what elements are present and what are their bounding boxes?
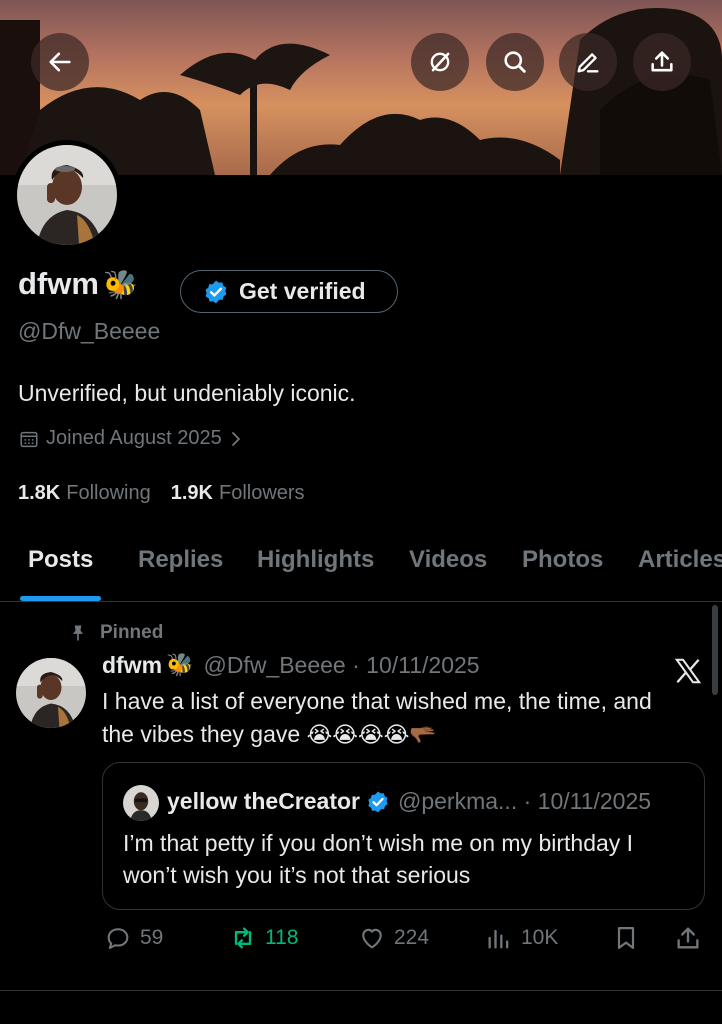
tab-videos[interactable]: Videos [409,546,487,574]
post-text-line2: the vibes they gave [102,721,301,747]
pin-icon [73,625,83,641]
repost-button[interactable]: 118 [229,924,298,952]
heart-icon [362,928,382,949]
quoted-post[interactable]: yellow theCreator @perkma... · 10/11/202… [102,762,705,910]
post-text-line1: I have a list of everyone that wished me… [102,688,652,714]
followers-label[interactable]: Followers [219,482,305,505]
x-logo-icon [674,658,702,684]
followers-count[interactable]: 1.9K [171,482,213,505]
repost-icon [234,927,252,949]
view-count: 10K [521,926,559,949]
scrollbar[interactable] [712,605,718,695]
repost-count: 118 [265,926,299,949]
profile-tabs: Posts Replies Highlights Videos Photos A… [0,530,722,602]
quoted-post-text: I’m that petty if you don’t wish me on m… [123,830,634,888]
verified-badge-icon [368,791,388,812]
post-emojis: 😭😭😭😭🫳🏾 [306,723,437,748]
search-button[interactable] [486,33,544,91]
pinned-indicator: Pinned [68,622,163,644]
post-action-bar: 59 118 224 10K [0,920,722,960]
banner-image [0,0,722,175]
edit-icon [577,53,599,73]
post-author-avatar[interactable] [16,658,86,728]
quoted-author-avatar [123,785,159,821]
reply-button[interactable]: 59 [104,924,163,952]
tab-highlights[interactable]: Highlights [257,546,374,574]
pinned-label: Pinned [100,622,164,643]
back-button[interactable] [31,33,89,91]
grok-icon [430,52,450,72]
quoted-post-header: yellow theCreator @perkma... · 10/11/202… [167,788,651,815]
following-count[interactable]: 1.8K [18,482,60,505]
reply-count: 59 [140,926,164,949]
post-text: I have a list of everyone that wished me… [102,685,702,752]
profile-bio: Unverified, but undeniably iconic. [18,380,356,406]
bookmark-button[interactable] [612,924,640,952]
post-meta[interactable]: @Dfw_Beeee · 10/11/2025 [203,652,479,679]
quoted-author-name: yellow theCreator [167,788,360,814]
share-icon [677,927,699,949]
quoted-post-meta: @perkma... · 10/11/2025 [398,788,652,814]
avatar-image [16,658,86,728]
joined-label: Joined August 2025 [46,427,222,449]
edit-button[interactable] [559,33,617,91]
like-button[interactable]: 224 [358,924,429,952]
tab-articles[interactable]: Articles [638,546,722,574]
display-name: dfwm [18,266,99,301]
share-icon [651,51,673,72]
tab-replies[interactable]: Replies [138,546,223,574]
avatar-image [17,145,117,245]
following-label[interactable]: Following [66,482,150,505]
verified-badge-icon [205,280,227,303]
follow-stats: 1.8K Following 1.9K Followers [18,482,325,505]
post-divider [0,990,722,991]
bee-emoji: 🐝 [166,653,194,678]
post-share-button[interactable] [674,924,702,952]
profile-banner[interactable] [0,0,722,175]
tab-posts[interactable]: Posts [28,546,93,574]
avatar-image [123,785,159,821]
profile-avatar[interactable] [12,140,122,250]
bee-emoji: 🐝 [102,267,138,301]
display-name-row: dfwm 🐝 [18,266,138,302]
grok-button[interactable] [411,33,469,91]
views-button[interactable]: 10K [485,924,558,952]
post-author-name[interactable]: dfwm [102,652,162,679]
search-icon [504,51,526,73]
share-button[interactable] [633,33,691,91]
arrow-left-icon [49,52,71,72]
get-verified-button[interactable]: Get verified [180,270,398,313]
profile-handle: @Dfw_Beeee [18,318,161,344]
chevron-right-icon [231,431,240,446]
analytics-icon [488,929,509,949]
post-header: dfwm 🐝 @Dfw_Beeee · 10/11/2025 [102,652,480,679]
reply-icon [107,928,129,949]
calendar-icon [20,431,38,447]
joined-date[interactable]: Joined August 2025 [18,427,244,450]
active-tab-indicator [20,596,101,601]
get-verified-label: Get verified [239,278,366,304]
like-count: 224 [394,926,430,949]
tab-photos[interactable]: Photos [522,546,603,574]
bookmark-icon [617,926,635,950]
